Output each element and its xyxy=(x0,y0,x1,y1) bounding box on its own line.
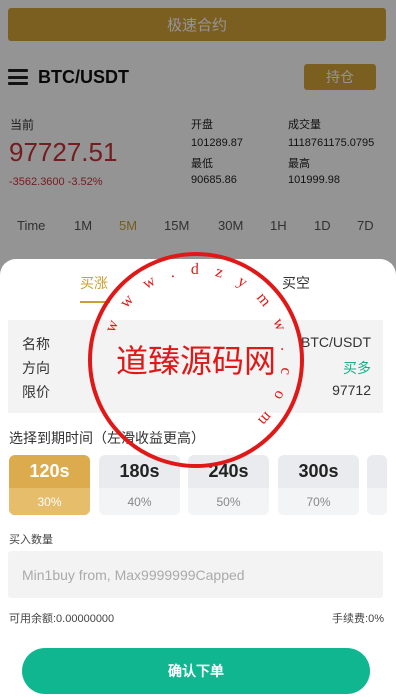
expiry-option-120s[interactable]: 120s 30% xyxy=(9,455,90,515)
expiry-time: 180s xyxy=(119,461,160,481)
available-balance: 可用余额:0.00000000 xyxy=(9,613,115,625)
quantity-input[interactable] xyxy=(8,551,383,598)
info-row-name: 名称 BTC/USDT xyxy=(8,334,383,354)
info-value: 买多 xyxy=(343,360,371,376)
info-label: 名称 xyxy=(22,336,50,352)
active-tab-indicator xyxy=(80,301,110,303)
info-value: BTC/USDT xyxy=(301,334,371,350)
info-label: 方向 xyxy=(22,360,50,376)
order-info-box: 名称 BTC/USDT 方向 买多 限价 97712 xyxy=(8,320,383,413)
expiry-profit: 70% xyxy=(278,488,359,515)
quantity-title: 买入数量 xyxy=(9,534,53,546)
expiry-options: 120s 30% 180s 40% 240s 50% 300s 70% xyxy=(0,455,396,515)
info-row-limit-price: 限价 97712 xyxy=(8,382,383,402)
expiry-option-partial[interactable] xyxy=(367,455,387,515)
order-sheet: 买涨 买空 名称 BTC/USDT 方向 买多 限价 97712 选择到期时间（… xyxy=(0,259,396,697)
expiry-option-240s[interactable]: 240s 50% xyxy=(188,455,269,515)
expiry-time: 120s xyxy=(29,461,70,481)
expiry-option-180s[interactable]: 180s 40% xyxy=(99,455,180,515)
direction-tabs: 买涨 买空 xyxy=(0,273,396,303)
expiry-profit: 50% xyxy=(188,488,269,515)
tab-buy-down[interactable]: 买空 xyxy=(282,273,310,293)
expiry-time: 240s xyxy=(208,461,249,481)
expiry-title: 选择到期时间（左滑收益更高） xyxy=(9,430,205,446)
info-row-direction: 方向 买多 xyxy=(8,358,383,378)
expiry-profit: 40% xyxy=(99,488,180,515)
expiry-profit: 30% xyxy=(9,488,90,515)
expiry-time-partial xyxy=(367,455,387,488)
fee-rate: 手续费:0% xyxy=(332,613,384,625)
confirm-order-button[interactable]: 确认下单 xyxy=(22,648,370,694)
expiry-time: 300s xyxy=(298,461,339,481)
expiry-option-300s[interactable]: 300s 70% xyxy=(278,455,359,515)
info-value: 97712 xyxy=(332,382,371,398)
info-label: 限价 xyxy=(22,384,50,400)
tab-buy-up[interactable]: 买涨 xyxy=(80,273,108,293)
expiry-profit-partial xyxy=(367,488,387,515)
